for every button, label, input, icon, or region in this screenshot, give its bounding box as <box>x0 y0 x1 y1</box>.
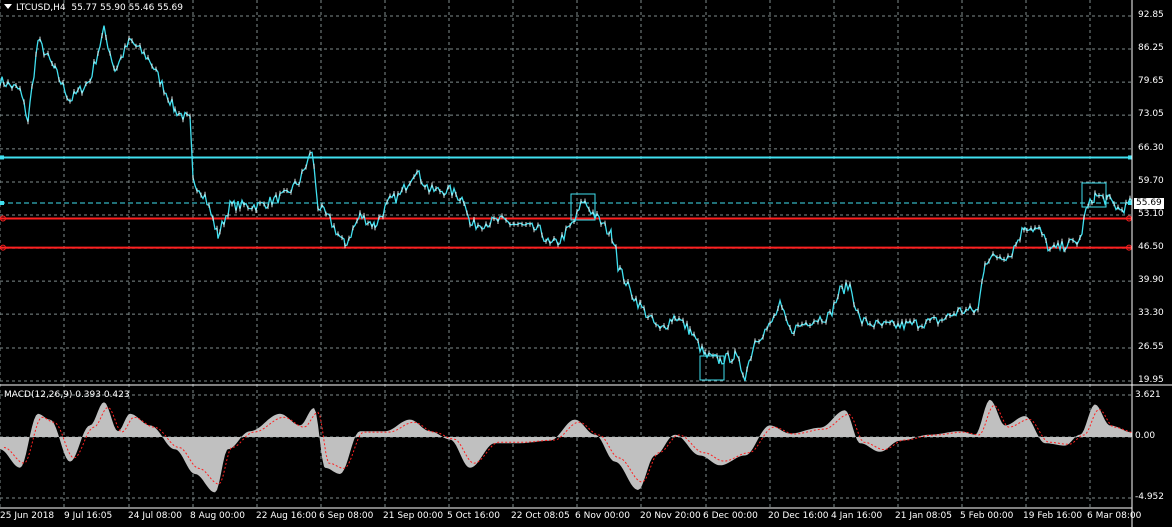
time-tick-label: 6 Nov 00:00 <box>575 511 630 521</box>
macd-tick-label: -4.952 <box>1135 492 1165 502</box>
macd-tick-label: 3.621 <box>1135 390 1161 400</box>
time-tick-label: 22 Oct 08:05 <box>511 511 570 521</box>
time-tick-label: 6 Sep 08:00 <box>319 511 374 521</box>
time-tick-label: 19 Feb 16:00 <box>1023 511 1083 521</box>
time-tick-label: 21 Sep 00:00 <box>383 511 444 521</box>
time-tick-label: 5 Oct 16:00 <box>447 511 500 521</box>
price-tick-label: 39.90 <box>1138 275 1164 286</box>
price-tick-label: 66.30 <box>1138 142 1164 153</box>
symbol-header: LTCUSD,H4 55.77 55.90 55.46 55.69 <box>4 3 183 14</box>
highlight-box <box>570 193 596 221</box>
price-tick-label: 73.05 <box>1138 109 1164 120</box>
price-tick-label: 46.50 <box>1138 242 1164 253</box>
highlight-box <box>1081 182 1107 208</box>
price-tick-label: 33.30 <box>1138 308 1164 319</box>
time-tick-label: 20 Dec 16:00 <box>768 511 829 521</box>
price-tick-label: 86.25 <box>1138 43 1164 54</box>
macd-label: MACD(12,26,9) 0.393 0.423 <box>4 390 130 400</box>
symbol-label: LTCUSD,H4 <box>16 3 66 13</box>
price-tick-label: 19.95 <box>1138 375 1164 385</box>
time-tick-label: 6 Dec 00:00 <box>703 511 758 521</box>
ohlc-values: 55.77 55.90 55.46 55.69 <box>71 3 184 13</box>
macd-tick-label: 0.00 <box>1135 431 1156 441</box>
macd-signal-line <box>3 404 1133 485</box>
time-tick-label: 5 Feb 00:00 <box>960 511 1014 521</box>
price-tick-label: 79.65 <box>1138 76 1164 87</box>
time-tick-label: 9 Jul 16:05 <box>64 511 113 521</box>
time-tick-label: 6 Mar 08:00 <box>1087 511 1142 521</box>
price-tick-label: 59.70 <box>1138 175 1164 186</box>
price-tick-label: 53.10 <box>1138 209 1164 220</box>
time-tick-label: 25 Jun 2018 <box>0 511 55 521</box>
price-tick-label: 92.85 <box>1138 10 1164 20</box>
price-tick-label: 26.55 <box>1138 341 1164 352</box>
level-handle <box>1128 155 1132 160</box>
time-tick-label: 8 Aug 00:00 <box>190 511 245 521</box>
level-handle <box>0 201 4 206</box>
time-tick-label: 21 Jan 08:05 <box>895 511 952 521</box>
price-chart[interactable] <box>0 0 1172 527</box>
time-tick-label: 24 Jul 08:00 <box>128 511 182 521</box>
time-tick-label: 4 Jan 16:00 <box>831 511 883 521</box>
time-tick-label: 20 Nov 20:00 <box>640 511 701 521</box>
level-handle <box>0 155 4 160</box>
time-tick-label: 22 Aug 16:00 <box>256 511 317 521</box>
dropdown-triangle-icon[interactable] <box>4 4 12 9</box>
current-price-label: 55.69 <box>1134 198 1164 209</box>
